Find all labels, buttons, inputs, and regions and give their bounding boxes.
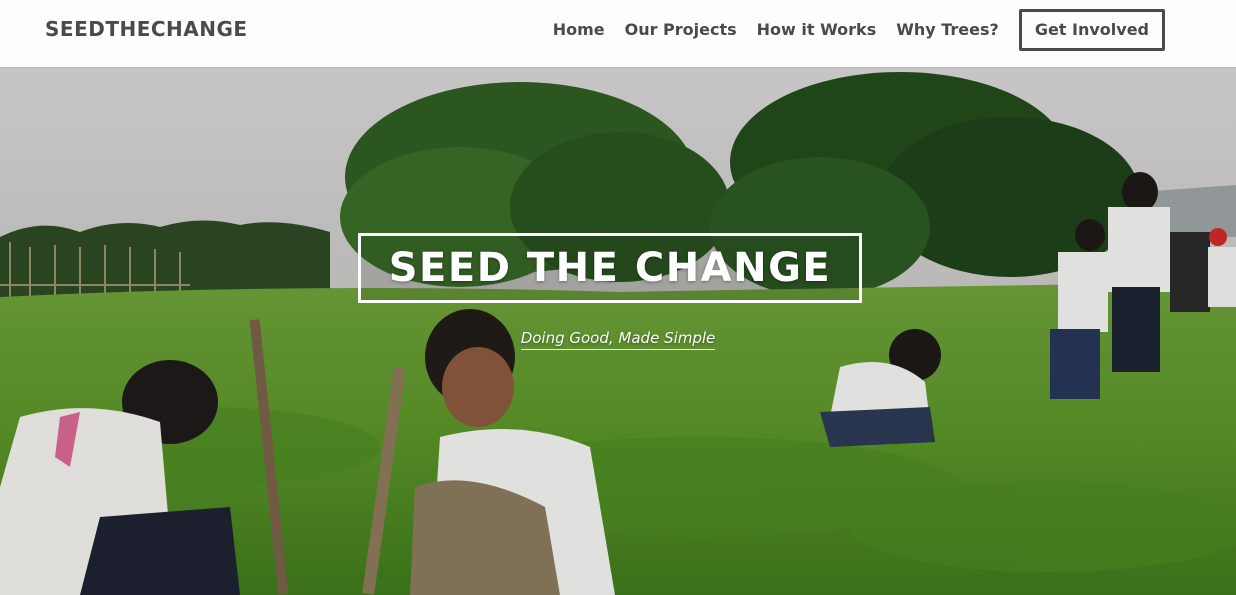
- nav-link-how-it-works[interactable]: How it Works: [747, 9, 887, 51]
- brand-logo-link[interactable]: SEEDTHECHANGE: [45, 17, 248, 41]
- nav-link-home[interactable]: Home: [543, 9, 615, 51]
- top-navbar: SEEDTHECHANGE Home Our Projects How it W…: [0, 0, 1236, 67]
- hero-tagline-text[interactable]: Doing Good, Made Simple: [520, 329, 716, 350]
- hero-title-box: SEED THE CHANGE: [358, 233, 862, 303]
- get-involved-button[interactable]: Get Involved: [1018, 9, 1165, 51]
- hero-section: SEED THE CHANGE Doing Good, Made Simple: [0, 67, 1236, 595]
- main-nav: Home Our Projects How it Works Why Trees…: [543, 9, 1165, 51]
- nav-link-our-projects[interactable]: Our Projects: [615, 9, 747, 51]
- nav-link-why-trees[interactable]: Why Trees?: [886, 9, 1009, 51]
- hero-tagline: Doing Good, Made Simple: [0, 329, 1236, 350]
- hero-title: SEED THE CHANGE: [388, 245, 832, 291]
